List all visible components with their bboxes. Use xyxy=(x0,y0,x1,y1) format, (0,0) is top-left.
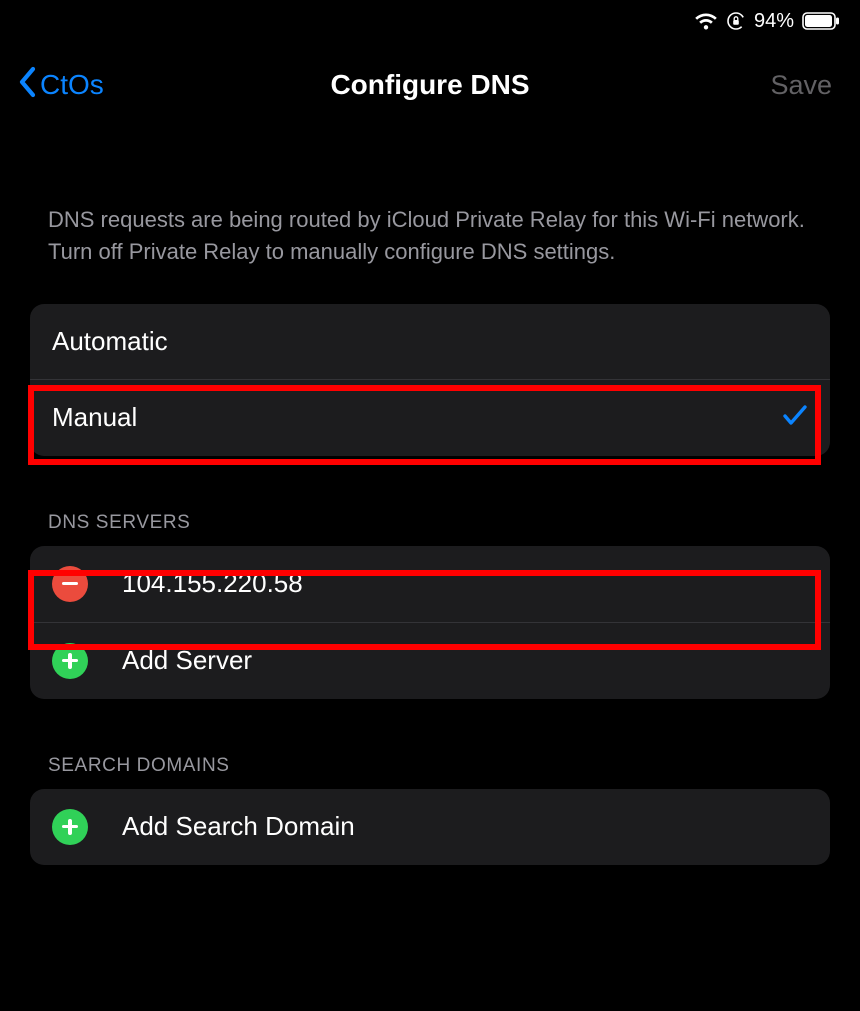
wifi-icon xyxy=(694,12,718,30)
page-title: Configure DNS xyxy=(330,69,529,101)
dns-mode-automatic[interactable]: Automatic xyxy=(30,304,830,379)
chevron-left-icon xyxy=(18,66,38,104)
dns-mode-manual[interactable]: Manual xyxy=(30,379,830,456)
private-relay-hint: DNS requests are being routed by iCloud … xyxy=(48,204,812,268)
plus-icon xyxy=(62,819,78,835)
dns-server-row[interactable]: 104.155.220.58 xyxy=(30,546,830,622)
dns-servers-group: 104.155.220.58 Add Server xyxy=(30,546,830,699)
nav-bar: CtOs Configure DNS Save xyxy=(0,36,860,124)
minus-icon xyxy=(62,582,78,585)
battery-percent: 94% xyxy=(754,10,794,33)
remove-server-button[interactable] xyxy=(52,566,88,602)
back-label: CtOs xyxy=(40,69,104,101)
rotation-lock-icon xyxy=(726,11,746,31)
checkmark-icon xyxy=(782,402,808,434)
plus-icon xyxy=(62,653,78,669)
dns-mode-group: Automatic Manual xyxy=(30,304,830,456)
status-bar: 94% xyxy=(0,0,860,36)
battery-icon xyxy=(802,12,840,30)
dns-server-ip: 104.155.220.58 xyxy=(122,568,303,599)
back-button[interactable]: CtOs xyxy=(18,66,104,104)
add-search-domain-label: Add Search Domain xyxy=(122,811,355,842)
search-domains-header: SEARCH DOMAINS xyxy=(48,755,826,777)
search-domains-group: Add Search Domain xyxy=(30,789,830,865)
dns-mode-manual-label: Manual xyxy=(52,402,782,433)
add-search-domain-button[interactable] xyxy=(52,809,88,845)
save-button[interactable]: Save xyxy=(770,70,832,101)
add-server-row[interactable]: Add Server xyxy=(30,622,830,699)
dns-mode-automatic-label: Automatic xyxy=(52,326,808,357)
add-search-domain-row[interactable]: Add Search Domain xyxy=(30,789,830,865)
dns-servers-header: DNS SERVERS xyxy=(48,512,826,534)
add-server-button[interactable] xyxy=(52,643,88,679)
add-server-label: Add Server xyxy=(122,645,252,676)
